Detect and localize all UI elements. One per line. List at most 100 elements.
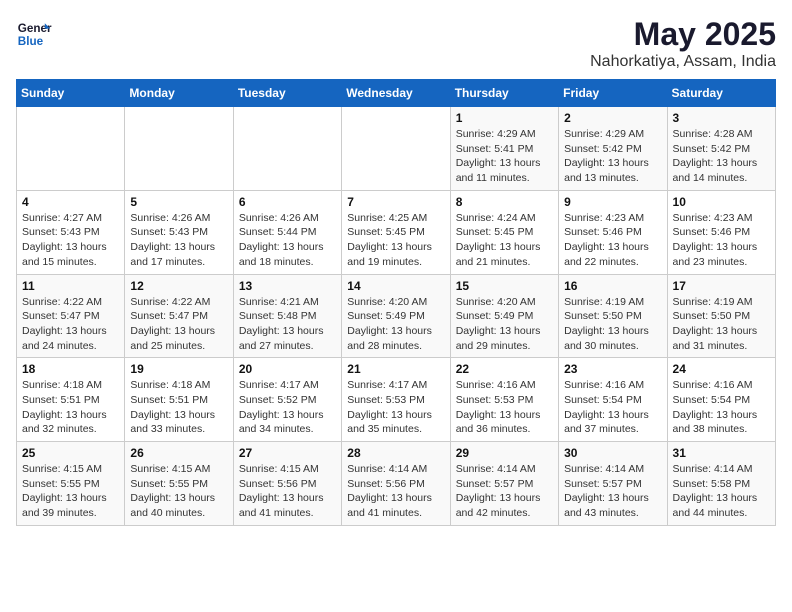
day-number: 18 [22,362,119,376]
day-number: 28 [347,446,444,460]
day-info: Sunrise: 4:29 AM Sunset: 5:41 PM Dayligh… [456,127,553,186]
day-info: Sunrise: 4:18 AM Sunset: 5:51 PM Dayligh… [22,378,119,437]
day-info: Sunrise: 4:23 AM Sunset: 5:46 PM Dayligh… [564,211,661,270]
calendar-cell: 13 Sunrise: 4:21 AM Sunset: 5:48 PM Dayli… [233,274,341,358]
calendar-cell: 18 Sunrise: 4:18 AM Sunset: 5:51 PM Dayli… [17,358,125,442]
day-info: Sunrise: 4:17 AM Sunset: 5:52 PM Dayligh… [239,378,336,437]
day-number: 24 [673,362,770,376]
weekday-header-monday: Monday [125,80,233,107]
week-row-4: 18 Sunrise: 4:18 AM Sunset: 5:51 PM Dayli… [17,358,776,442]
day-number: 7 [347,195,444,209]
calendar-cell: 16 Sunrise: 4:19 AM Sunset: 5:50 PM Dayli… [559,274,667,358]
weekday-header-sunday: Sunday [17,80,125,107]
day-info: Sunrise: 4:14 AM Sunset: 5:57 PM Dayligh… [456,462,553,521]
day-info: Sunrise: 4:14 AM Sunset: 5:58 PM Dayligh… [673,462,770,521]
day-number: 4 [22,195,119,209]
day-info: Sunrise: 4:20 AM Sunset: 5:49 PM Dayligh… [347,295,444,354]
calendar-cell: 5 Sunrise: 4:26 AM Sunset: 5:43 PM Daylig… [125,190,233,274]
title-block: May 2025 Nahorkatiya, Assam, India [590,16,776,71]
day-number: 14 [347,279,444,293]
calendar-cell: 2 Sunrise: 4:29 AM Sunset: 5:42 PM Daylig… [559,107,667,191]
calendar-table: SundayMondayTuesdayWednesdayThursdayFrid… [16,79,776,526]
day-info: Sunrise: 4:22 AM Sunset: 5:47 PM Dayligh… [130,295,227,354]
day-info: Sunrise: 4:16 AM Sunset: 5:54 PM Dayligh… [673,378,770,437]
day-info: Sunrise: 4:26 AM Sunset: 5:43 PM Dayligh… [130,211,227,270]
calendar-cell: 4 Sunrise: 4:27 AM Sunset: 5:43 PM Daylig… [17,190,125,274]
calendar-cell [125,107,233,191]
day-number: 15 [456,279,553,293]
calendar-cell: 11Sunrise: 4:22 AM Sunset: 5:47 PM Dayli… [17,274,125,358]
day-number: 16 [564,279,661,293]
calendar-cell: 22 Sunrise: 4:16 AM Sunset: 5:53 PM Dayli… [450,358,558,442]
weekday-header-tuesday: Tuesday [233,80,341,107]
day-info: Sunrise: 4:27 AM Sunset: 5:43 PM Dayligh… [22,211,119,270]
calendar-cell: 6 Sunrise: 4:26 AM Sunset: 5:44 PM Daylig… [233,190,341,274]
day-info: Sunrise: 4:25 AM Sunset: 5:45 PM Dayligh… [347,211,444,270]
week-row-2: 4 Sunrise: 4:27 AM Sunset: 5:43 PM Daylig… [17,190,776,274]
calendar-cell: 1Sunrise: 4:29 AM Sunset: 5:41 PM Daylig… [450,107,558,191]
day-info: Sunrise: 4:17 AM Sunset: 5:53 PM Dayligh… [347,378,444,437]
calendar-cell [17,107,125,191]
calendar-cell: 20Sunrise: 4:17 AM Sunset: 5:52 PM Dayli… [233,358,341,442]
day-info: Sunrise: 4:19 AM Sunset: 5:50 PM Dayligh… [673,295,770,354]
page-header: General Blue May 2025 Nahorkatiya, Assam… [16,16,776,71]
day-info: Sunrise: 4:14 AM Sunset: 5:56 PM Dayligh… [347,462,444,521]
calendar-cell: 15 Sunrise: 4:20 AM Sunset: 5:49 PM Dayli… [450,274,558,358]
calendar-cell: 21 Sunrise: 4:17 AM Sunset: 5:53 PM Dayli… [342,358,450,442]
calendar-cell: 28 Sunrise: 4:14 AM Sunset: 5:56 PM Dayli… [342,442,450,526]
day-info: Sunrise: 4:16 AM Sunset: 5:54 PM Dayligh… [564,378,661,437]
calendar-cell: 27 Sunrise: 4:15 AM Sunset: 5:56 PM Dayli… [233,442,341,526]
calendar-cell: 31Sunrise: 4:14 AM Sunset: 5:58 PM Dayli… [667,442,775,526]
day-info: Sunrise: 4:24 AM Sunset: 5:45 PM Dayligh… [456,211,553,270]
day-number: 2 [564,111,661,125]
svg-text:Blue: Blue [18,35,44,48]
calendar-cell: 9Sunrise: 4:23 AM Sunset: 5:46 PM Daylig… [559,190,667,274]
day-number: 8 [456,195,553,209]
week-row-5: 25 Sunrise: 4:15 AM Sunset: 5:55 PM Dayli… [17,442,776,526]
calendar-cell: 12 Sunrise: 4:22 AM Sunset: 5:47 PM Dayli… [125,274,233,358]
day-info: Sunrise: 4:22 AM Sunset: 5:47 PM Dayligh… [22,295,119,354]
weekday-header-friday: Friday [559,80,667,107]
day-info: Sunrise: 4:15 AM Sunset: 5:55 PM Dayligh… [130,462,227,521]
day-number: 13 [239,279,336,293]
calendar-cell: 19Sunrise: 4:18 AM Sunset: 5:51 PM Dayli… [125,358,233,442]
calendar-cell: 26Sunrise: 4:15 AM Sunset: 5:55 PM Dayli… [125,442,233,526]
svg-text:General: General [18,22,52,35]
day-info: Sunrise: 4:29 AM Sunset: 5:42 PM Dayligh… [564,127,661,186]
day-info: Sunrise: 4:26 AM Sunset: 5:44 PM Dayligh… [239,211,336,270]
day-info: Sunrise: 4:19 AM Sunset: 5:50 PM Dayligh… [564,295,661,354]
weekday-header-row: SundayMondayTuesdayWednesdayThursdayFrid… [17,80,776,107]
calendar-cell: 24 Sunrise: 4:16 AM Sunset: 5:54 PM Dayli… [667,358,775,442]
day-info: Sunrise: 4:20 AM Sunset: 5:49 PM Dayligh… [456,295,553,354]
calendar-cell: 14 Sunrise: 4:20 AM Sunset: 5:49 PM Dayli… [342,274,450,358]
day-info: Sunrise: 4:16 AM Sunset: 5:53 PM Dayligh… [456,378,553,437]
calendar-cell: 25Sunrise: 4:15 AM Sunset: 5:55 PM Dayli… [17,442,125,526]
calendar-cell: 30Sunrise: 4:14 AM Sunset: 5:57 PM Dayli… [559,442,667,526]
weekday-header-saturday: Saturday [667,80,775,107]
weekday-header-thursday: Thursday [450,80,558,107]
day-number: 6 [239,195,336,209]
calendar-cell [233,107,341,191]
day-number: 27 [239,446,336,460]
day-number: 5 [130,195,227,209]
calendar-cell: 17 Sunrise: 4:19 AM Sunset: 5:50 PM Dayli… [667,274,775,358]
calendar-cell: 7 Sunrise: 4:25 AM Sunset: 5:45 PM Daylig… [342,190,450,274]
calendar-cell: 10Sunrise: 4:23 AM Sunset: 5:46 PM Dayli… [667,190,775,274]
day-number: 21 [347,362,444,376]
day-info: Sunrise: 4:21 AM Sunset: 5:48 PM Dayligh… [239,295,336,354]
calendar-cell [342,107,450,191]
main-title: May 2025 [590,16,776,53]
logo: General Blue [16,16,52,52]
calendar-cell: 29Sunrise: 4:14 AM Sunset: 5:57 PM Dayli… [450,442,558,526]
day-number: 22 [456,362,553,376]
day-number: 17 [673,279,770,293]
calendar-cell: 23Sunrise: 4:16 AM Sunset: 5:54 PM Dayli… [559,358,667,442]
logo-icon: General Blue [16,16,52,52]
weekday-header-wednesday: Wednesday [342,80,450,107]
day-number: 25 [22,446,119,460]
day-number: 30 [564,446,661,460]
day-info: Sunrise: 4:28 AM Sunset: 5:42 PM Dayligh… [673,127,770,186]
day-number: 12 [130,279,227,293]
day-info: Sunrise: 4:15 AM Sunset: 5:56 PM Dayligh… [239,462,336,521]
week-row-3: 11Sunrise: 4:22 AM Sunset: 5:47 PM Dayli… [17,274,776,358]
